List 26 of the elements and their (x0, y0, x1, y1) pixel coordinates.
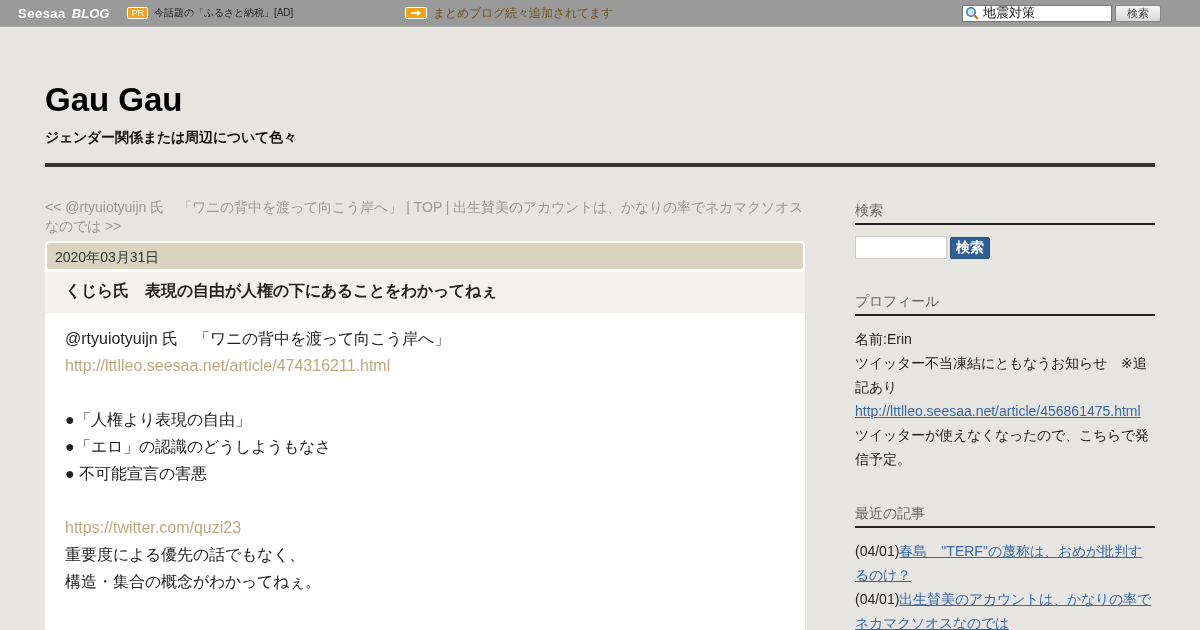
profile-text: ツイッター不当凍結にともなうお知らせ ※追記あり (855, 354, 1148, 397)
body-text: ● 不可能宣言の害悪 (65, 464, 209, 484)
profile-text: ツイッターが使えなくなったので、こちらで発信予定。 (855, 426, 1150, 469)
search-button[interactable]: 検索 (1115, 4, 1161, 22)
profile-link[interactable]: http://lttlleo.seesaa.net/article/456861475.html (855, 399, 1155, 423)
article-date: 2020年03月31日 (47, 243, 803, 269)
body-text: @rtyuiotyuijn 氏 「ワニの背中を渡って向こう岸へ」 (65, 329, 452, 349)
search-icon (965, 6, 979, 20)
section-heading: 最近の記事 (855, 505, 1155, 528)
recent-post-link[interactable]: (04/01)春島 "TERF"の蔑称は、おめが批判するのけ？ (855, 539, 1155, 587)
body-text: 構造・集合の概念がわかってねぇ。 (65, 572, 322, 592)
body-text: ●「人権より表現の自由」 (65, 410, 252, 430)
search-button[interactable]: 検索 (950, 236, 990, 259)
blog-subtitle: ジェンダー関係または周辺について色々 (45, 129, 298, 147)
body-text: 重要度による優先の話でもなく、 (65, 545, 306, 565)
profile-text: 名前:Erin (855, 330, 913, 349)
body-text: ●「エロ」の認識のどうしようもなさ (65, 437, 332, 457)
section-heading: プロフィール (855, 293, 1155, 316)
recent-post-link[interactable]: (04/01)出生賛美のアカウントは、かなりの率でネカマクソオスなのでは (855, 587, 1155, 630)
search-field[interactable] (855, 236, 947, 259)
ad-link[interactable]: 今話題の「ふるさと納税」[AD] (153, 6, 294, 20)
pr-badge: PR (127, 7, 148, 19)
search-field[interactable]: 地震対策 (962, 4, 1112, 22)
blog-title[interactable]: Gau Gau (45, 81, 1155, 119)
article-title: くじら氏 表現の自由が人権の下にあることをわかってねぇ (45, 272, 805, 313)
section-heading: 検索 (855, 202, 1155, 225)
